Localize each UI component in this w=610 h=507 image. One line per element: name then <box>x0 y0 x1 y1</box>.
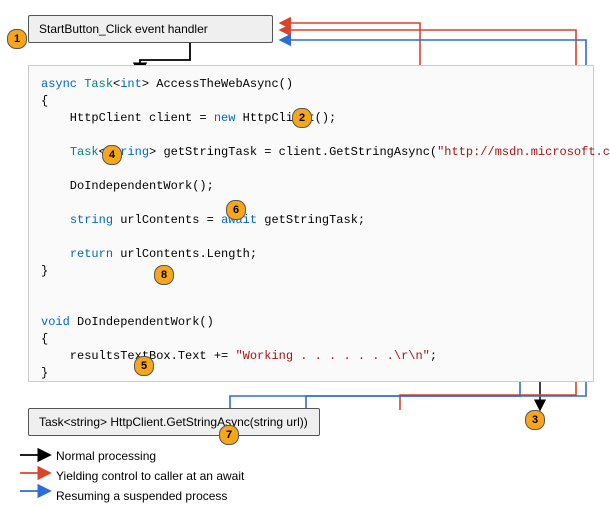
badge-7: 7 <box>219 425 239 445</box>
caller-box: StartButton_Click event handler <box>28 15 273 43</box>
badge-3: 3 <box>525 410 545 430</box>
code-content: async Task<int> AccessTheWebAsync() { Ht… <box>41 77 610 380</box>
callee-label: Task<string> HttpClient.GetStringAsync(s… <box>39 415 308 429</box>
caller-label: StartButton_Click event handler <box>39 22 208 36</box>
legend-normal: Normal processing <box>56 447 244 465</box>
badge-8: 8 <box>154 265 174 285</box>
badge-1: 1 <box>7 29 27 49</box>
legend-resume: Resuming a suspended process <box>56 487 244 505</box>
legend: Normal processing Yielding control to ca… <box>56 447 244 507</box>
badge-2: 2 <box>292 108 312 128</box>
badge-6: 6 <box>226 200 246 220</box>
badge-5: 5 <box>134 356 154 376</box>
diagram-stage: { "boxes": { "caller": "StartButton_Clic… <box>0 0 610 503</box>
legend-yield: Yielding control to caller at an await <box>56 467 244 485</box>
callee-box: Task<string> HttpClient.GetStringAsync(s… <box>28 408 320 436</box>
badge-4: 4 <box>102 145 122 165</box>
